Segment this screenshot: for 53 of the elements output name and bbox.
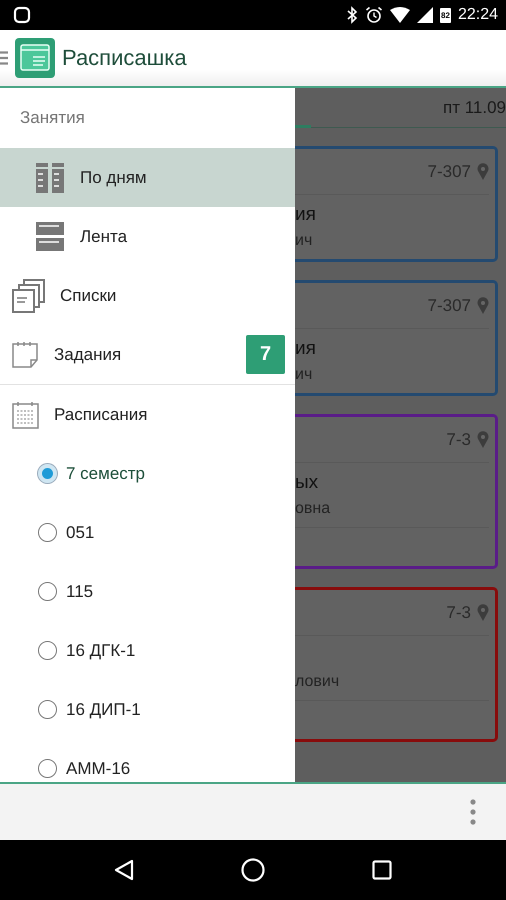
signal-icon [417,7,434,23]
teacher-name: лович [295,673,340,691]
drawer-item[interactable]: По дням [0,148,295,207]
clock-time: 22:24 [458,6,498,24]
lesson-title: ых [295,472,320,494]
radio-button[interactable] [38,523,57,542]
section-header: Занятия [19,107,86,129]
overflow-menu-icon[interactable] [470,799,476,825]
battery-level: 82 [440,8,451,22]
radio-button[interactable] [38,641,57,660]
tab-indicator [295,125,311,128]
recents-icon[interactable] [372,860,392,880]
radio-button[interactable] [38,759,57,778]
room-number: 7-3 [446,430,471,450]
alarm-icon [365,6,384,24]
rows-icon [35,222,65,252]
home-icon[interactable] [240,858,265,882]
watch-icon [12,5,32,25]
schedule-option[interactable]: 7 семестр [66,464,146,484]
drawer-item[interactable]: Списки [0,266,295,325]
room-number: 7-3 [446,602,471,622]
teacher-name: овна [295,500,332,518]
teacher-name: ич [295,366,314,384]
menu-icon[interactable] [0,51,8,65]
room-number: 7-307 [428,296,471,316]
stacked-pages-icon [12,278,46,312]
drawer-item[interactable]: Лента [0,207,295,266]
radio-button[interactable] [38,582,57,601]
wifi-icon [390,7,410,23]
lesson-title: ия [295,338,317,360]
drawer-item[interactable]: Задания 7 [0,325,295,384]
location-pin-icon [477,297,489,314]
schedule-option[interactable]: 051 [66,522,94,542]
location-pin-icon [477,604,489,621]
room-number: 7-307 [428,162,471,182]
app-title: Расписашка [62,45,187,71]
calendar-icon [12,400,40,428]
note-icon [12,340,40,368]
teacher-name: ич [295,232,314,250]
lesson-title: ия [295,204,317,226]
radio-button[interactable] [38,700,57,719]
back-icon[interactable] [114,859,134,881]
schedule-option[interactable]: АММ-16 [66,758,130,778]
schedule-option[interactable]: 16 ДИП-1 [66,700,141,720]
columns-icon [35,162,65,192]
bluetooth-icon [346,6,358,24]
schedule-option[interactable]: 16 ДГК-1 [66,640,136,660]
location-pin-icon [477,163,489,180]
location-pin-icon [477,431,489,448]
count-badge: 7 [246,335,285,374]
calendar-logo-icon [15,38,55,78]
drawer-item[interactable]: Расписания [0,385,295,444]
schedule-option[interactable]: 115 [66,582,94,602]
